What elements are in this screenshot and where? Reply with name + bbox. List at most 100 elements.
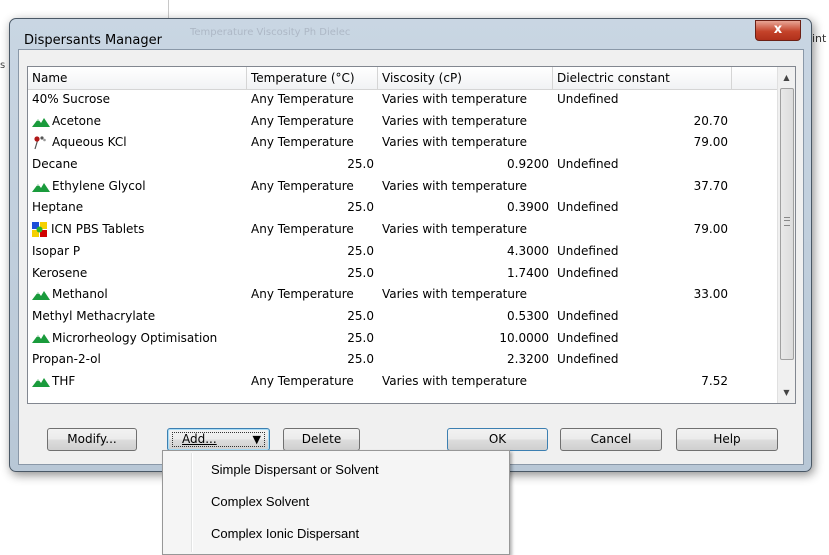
cell-viscosity: Varies with temperature: [382, 178, 528, 193]
cell-name: Ethylene Glycol: [28, 176, 247, 198]
cell-viscosity: Varies with temperature: [382, 373, 528, 388]
cell-name: ICN PBS Tablets: [28, 219, 247, 241]
cell-temperature: 25.0: [347, 265, 374, 280]
table-row[interactable]: ICN PBS Tablets Any Temperature Varies wit…: [28, 219, 778, 241]
add-button[interactable]: Add... ▼: [167, 428, 270, 451]
cell-temperature: 25.0: [347, 352, 374, 367]
cell-viscosity: Varies with temperature: [382, 222, 528, 237]
cell-name: Acetone: [28, 111, 247, 133]
cell-name: Methanol: [28, 284, 247, 306]
flask-icon: [32, 136, 48, 150]
title-bar[interactable]: Temperature Viscosity Ph Dielec Dispersa…: [10, 19, 811, 49]
cell-dielectric: 79.00: [693, 222, 728, 237]
cell-name: THF: [28, 371, 247, 393]
cell-dielectric: Undefined: [557, 330, 619, 345]
cancel-button[interactable]: Cancel: [560, 428, 662, 451]
cell-temperature: Any Temperature: [251, 178, 354, 193]
row-name: Decane: [32, 157, 78, 172]
cell-dielectric: Undefined: [557, 92, 619, 106]
tablets-icon: [32, 222, 47, 238]
cell-dielectric: Undefined: [557, 352, 619, 367]
cell-dielectric: Undefined: [557, 243, 619, 258]
cell-dielectric: Undefined: [557, 200, 619, 215]
table-row[interactable]: Kerosene 25.0 1.7400 Undefined: [28, 263, 778, 285]
cell-temperature: Any Temperature: [251, 373, 354, 388]
cell-name: Heptane: [28, 197, 247, 219]
menu-item-complex-solvent[interactable]: Complex Solvent: [211, 491, 309, 513]
vertical-scrollbar[interactable]: ▲ ▼: [777, 67, 795, 403]
cell-viscosity: 2.3200: [507, 352, 549, 367]
cell-viscosity: Varies with temperature: [382, 113, 528, 128]
cell-temperature: 25.0: [347, 308, 374, 323]
add-button-label: Add...: [182, 432, 217, 446]
dropdown-arrow-icon: ▼: [252, 433, 261, 446]
cell-viscosity: Varies with temperature: [382, 287, 528, 302]
cell-viscosity: 0.3900: [507, 200, 549, 215]
menu-item-simple-dispersant[interactable]: Simple Dispersant or Solvent: [211, 459, 379, 481]
scroll-up-icon[interactable]: ▲: [778, 69, 795, 86]
cell-dielectric: Undefined: [557, 157, 619, 172]
table-row[interactable]: Aqueous KCl Any Temperature Varies with te…: [28, 132, 778, 154]
table-row[interactable]: Ethylene Glycol Any Temperature Varies wit…: [28, 176, 778, 198]
column-header-name[interactable]: Name: [28, 67, 247, 89]
ok-button[interactable]: OK: [447, 428, 548, 451]
cell-name: Aqueous KCl: [28, 132, 247, 154]
column-header-viscosity[interactable]: Viscosity (cP): [378, 67, 553, 89]
cell-name: Kerosene: [28, 263, 247, 285]
background-text-right: int: [812, 32, 827, 45]
menu-item-complex-ionic-dispersant[interactable]: Complex Ionic Dispersant: [211, 523, 359, 545]
table-row[interactable]: Isopar P 25.0 4.3000 Undefined: [28, 241, 778, 263]
cell-dielectric: 79.00: [693, 135, 728, 150]
close-icon: x: [773, 22, 783, 37]
column-header-temperature[interactable]: Temperature (°C): [247, 67, 378, 89]
modify-button[interactable]: Modify...: [47, 428, 137, 451]
row-name: 40% Sucrose: [32, 92, 110, 106]
cell-viscosity: 0.5300: [507, 308, 549, 323]
add-dropdown-menu: Simple Dispersant or Solvent Complex Sol…: [162, 450, 510, 555]
row-name: Ethylene Glycol: [52, 178, 146, 193]
cell-temperature: Any Temperature: [251, 135, 354, 150]
list-header: Name Temperature (°C) Viscosity (cP) Die…: [28, 67, 778, 90]
mountain-icon: [32, 375, 50, 389]
row-name: Microrheology Optimisation: [52, 330, 218, 345]
cell-viscosity: Varies with temperature: [382, 135, 528, 150]
cell-dielectric: 7.52: [701, 373, 728, 388]
row-name: Heptane: [32, 200, 84, 215]
cell-name: Propan-2-ol: [28, 349, 247, 371]
dispersants-list[interactable]: Name Temperature (°C) Viscosity (cP) Die…: [27, 66, 796, 404]
delete-button[interactable]: Delete: [283, 428, 360, 451]
cell-dielectric: Undefined: [557, 265, 619, 280]
table-row[interactable]: Heptane 25.0 0.3900 Undefined: [28, 197, 778, 219]
cell-dielectric: 33.00: [693, 287, 728, 302]
table-row[interactable]: Methyl Methacrylate 25.0 0.5300 Undefined: [28, 306, 778, 328]
table-row[interactable]: Propan-2-ol 25.0 2.3200 Undefined: [28, 349, 778, 371]
row-name: Methyl Methacrylate: [32, 308, 156, 323]
cell-viscosity: 4.3000: [507, 243, 549, 258]
cell-temperature: Any Temperature: [251, 287, 354, 302]
cell-viscosity: 0.9200: [507, 157, 549, 172]
scrollbar-thumb[interactable]: [780, 88, 794, 360]
column-header-dielectric[interactable]: Dielectric constant: [553, 67, 732, 89]
cell-dielectric: 37.70: [693, 178, 728, 193]
table-row[interactable]: THF Any Temperature Varies with temperatur…: [28, 371, 778, 393]
row-name: Acetone: [52, 113, 102, 128]
table-row[interactable]: Microrheology Optimisation 25.0 10.0000 Und…: [28, 328, 778, 350]
table-row[interactable]: Methanol Any Temperature Varies with tempe…: [28, 284, 778, 306]
cell-temperature: 25.0: [347, 200, 374, 215]
cell-temperature: 25.0: [347, 330, 374, 345]
row-name: ICN PBS Tablets: [51, 222, 145, 237]
cell-name: Microrheology Optimisation: [28, 328, 247, 350]
scroll-down-icon[interactable]: ▼: [778, 384, 795, 401]
cell-viscosity: Varies with temperature: [382, 92, 528, 106]
cell-temperature: 25.0: [347, 243, 374, 258]
close-button[interactable]: x: [755, 20, 801, 41]
mountain-icon: [32, 331, 50, 345]
help-button[interactable]: Help: [676, 428, 778, 451]
table-row[interactable]: Decane 25.0 0.9200 Undefined: [28, 154, 778, 176]
mountain-icon: [32, 288, 50, 302]
cell-temperature: Any Temperature: [251, 222, 354, 237]
row-name: Kerosene: [32, 265, 88, 280]
table-row[interactable]: 40% Sucrose Any Temperature Varies with te…: [28, 89, 778, 111]
table-row[interactable]: Acetone Any Temperature Varies with temper…: [28, 111, 778, 133]
cell-temperature: 25.0: [347, 157, 374, 172]
